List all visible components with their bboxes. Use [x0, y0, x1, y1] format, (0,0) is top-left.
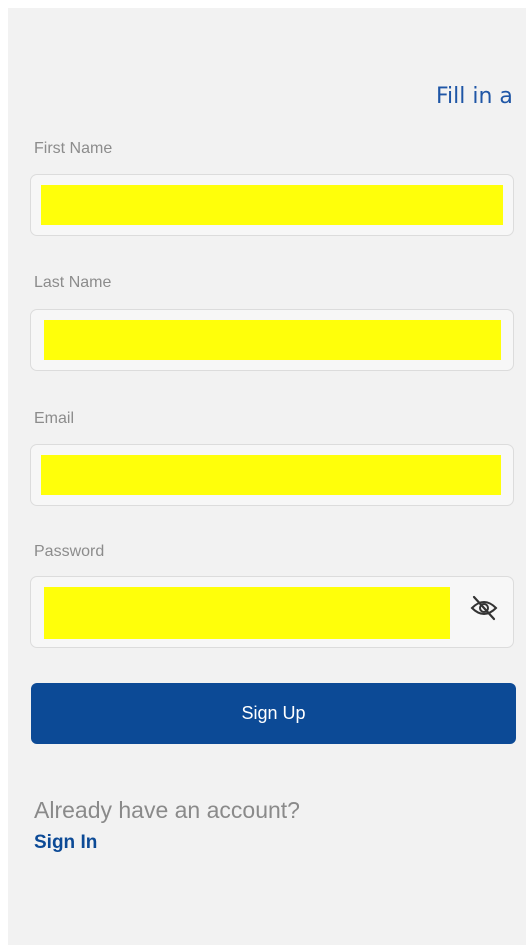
- sign-up-button[interactable]: Sign Up: [31, 683, 516, 744]
- last-name-label: Last Name: [34, 274, 112, 291]
- already-have-account-text: Already have an account?: [34, 797, 300, 823]
- email-field[interactable]: [30, 444, 514, 506]
- email-label: Email: [34, 410, 75, 427]
- email-input[interactable]: [41, 455, 501, 495]
- last-name-field[interactable]: [30, 309, 514, 371]
- sign-in-link[interactable]: Sign In: [34, 832, 97, 854]
- signup-screen: Fill in a First Name Last Name Email Pas…: [8, 8, 526, 945]
- first-name-input[interactable]: [41, 185, 503, 225]
- first-name-field[interactable]: [30, 174, 514, 236]
- form-instruction-heading: Fill in a: [436, 84, 513, 109]
- password-label: Password: [34, 543, 105, 560]
- password-field[interactable]: [30, 576, 514, 648]
- eye-slash-icon[interactable]: [469, 594, 499, 622]
- first-name-label: First Name: [34, 140, 113, 157]
- last-name-input[interactable]: [44, 320, 501, 360]
- password-input[interactable]: [44, 587, 450, 639]
